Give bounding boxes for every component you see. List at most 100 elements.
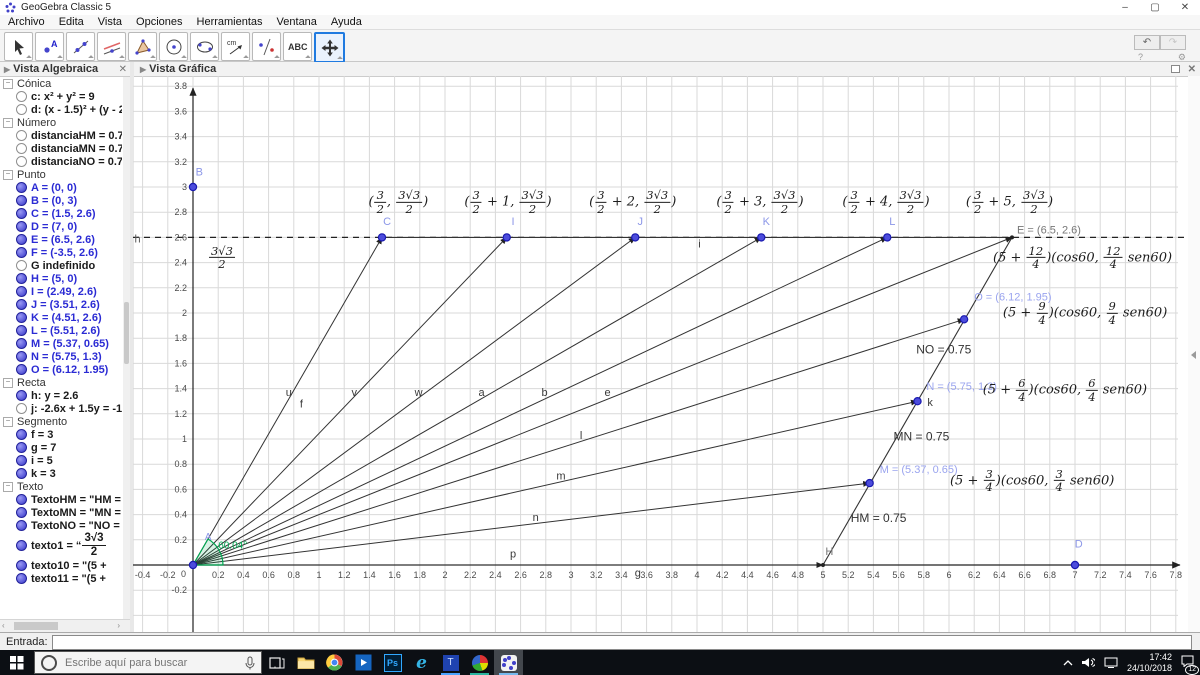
- graphics-close-icon[interactable]: ✕: [1188, 64, 1196, 75]
- visibility-marble[interactable]: [16, 208, 27, 219]
- command-input[interactable]: [51, 634, 1192, 650]
- notification-center-icon[interactable]: 12: [1181, 654, 1199, 675]
- graph-point-O[interactable]: [959, 315, 969, 324]
- movies-tv-icon[interactable]: [349, 650, 378, 675]
- algebra-object-row[interactable]: c: x² + y² = 9: [0, 90, 122, 103]
- taskbar-search-box[interactable]: [34, 651, 262, 674]
- algebra-object-row[interactable]: I = (2.49, 2.6): [0, 285, 122, 298]
- blue-app-icon[interactable]: T: [436, 650, 465, 675]
- algebra-object-row[interactable]: D = (7, 0): [0, 220, 122, 233]
- visibility-marble[interactable]: [16, 390, 27, 401]
- volume-icon[interactable]: [1081, 657, 1095, 668]
- internet-explorer-icon[interactable]: e: [407, 650, 436, 675]
- algebra-object-row[interactable]: K = (4.51, 2.6): [0, 311, 122, 324]
- algebra-vertical-scrollbar[interactable]: [123, 77, 130, 619]
- polygon-tool[interactable]: [128, 32, 157, 61]
- algebra-object-row[interactable]: distanciaHM = 0.75: [0, 129, 122, 142]
- menu-item-edita[interactable]: Edita: [59, 16, 84, 28]
- maximize-button[interactable]: ▢: [1140, 0, 1170, 15]
- algebra-category[interactable]: − Punto: [0, 168, 122, 181]
- algebra-object-row[interactable]: TextoMN = "MN = (: [0, 506, 122, 519]
- algebra-object-row[interactable]: j: -2.6x + 1.5y = -13: [0, 402, 122, 415]
- algebra-object-row[interactable]: i = 5: [0, 454, 122, 467]
- visibility-marble[interactable]: [16, 91, 27, 102]
- conic-tool[interactable]: [190, 32, 219, 61]
- graph-point-M[interactable]: [865, 478, 874, 488]
- visibility-marble[interactable]: [16, 560, 27, 571]
- visibility-marble[interactable]: [16, 338, 27, 349]
- graph-point-E[interactable]: [1010, 235, 1014, 240]
- algebra-category[interactable]: − Texto: [0, 480, 122, 493]
- geogebra-taskbar-icon[interactable]: [494, 650, 523, 675]
- algebra-object-row[interactable]: texto1 = “3√3 2: [0, 532, 122, 559]
- clock[interactable]: 17:42 24/10/2018: [1127, 652, 1172, 673]
- visibility-marble[interactable]: [16, 507, 27, 518]
- visibility-marble[interactable]: [16, 247, 27, 258]
- chrome-icon[interactable]: [320, 650, 349, 675]
- task-view-icon[interactable]: [262, 650, 291, 675]
- algebra-object-row[interactable]: k = 3: [0, 467, 122, 480]
- graph-point-L[interactable]: [883, 233, 892, 242]
- microphone-icon[interactable]: [245, 656, 255, 670]
- measure-tool[interactable]: cm: [221, 32, 250, 61]
- file-explorer-icon[interactable]: [291, 650, 320, 675]
- color-wheel-app-icon[interactable]: [465, 650, 494, 675]
- graph-point-H[interactable]: [821, 563, 825, 567]
- scroll-left-icon[interactable]: ‹: [2, 621, 5, 630]
- algebra-object-row[interactable]: h: y = 2.6: [0, 389, 122, 402]
- visibility-marble[interactable]: [16, 195, 27, 206]
- visibility-marble[interactable]: [16, 182, 27, 193]
- visibility-marble[interactable]: [16, 364, 27, 375]
- panel-collapse-icon[interactable]: ▶: [140, 65, 146, 74]
- menu-item-ayuda[interactable]: Ayuda: [331, 16, 362, 28]
- parallel-line-tool[interactable]: [97, 32, 126, 61]
- algebra-object-row[interactable]: G indefinido: [0, 259, 122, 272]
- text-tool[interactable]: ABC: [283, 32, 312, 61]
- visibility-marble[interactable]: [16, 130, 27, 141]
- scroll-right-icon[interactable]: ›: [117, 621, 120, 630]
- algebra-object-row[interactable]: N = (5.75, 1.3): [0, 350, 122, 363]
- graph-point-K[interactable]: [757, 233, 766, 242]
- move-tool[interactable]: [4, 32, 33, 61]
- visibility-marble[interactable]: [16, 312, 27, 323]
- algebra-object-row[interactable]: A = (0, 0): [0, 181, 122, 194]
- graph-point-J[interactable]: [631, 233, 640, 242]
- visibility-marble[interactable]: [16, 573, 27, 584]
- visibility-marble[interactable]: [16, 234, 27, 245]
- start-button[interactable]: [0, 650, 34, 675]
- algebra-object-list[interactable]: − Cónica c: x² + y² = 9 d: (x - 1.5)² + (y …: [0, 77, 122, 619]
- network-icon[interactable]: [1104, 657, 1118, 668]
- visibility-marble[interactable]: [16, 403, 27, 414]
- panel-collapse-icon[interactable]: ▶: [4, 65, 10, 74]
- visibility-marble[interactable]: [16, 494, 27, 505]
- taskbar-search-input[interactable]: [63, 655, 239, 670]
- visibility-marble[interactable]: [16, 520, 27, 531]
- algebra-category[interactable]: − Recta: [0, 376, 122, 389]
- algebra-object-row[interactable]: texto11 = "(5 +: [0, 572, 122, 585]
- algebra-object-row[interactable]: texto10 = "(5 +: [0, 559, 122, 572]
- visibility-marble[interactable]: [16, 286, 27, 297]
- menu-item-archivo[interactable]: Archivo: [8, 16, 45, 28]
- algebra-object-row[interactable]: O = (6.12, 1.95): [0, 363, 122, 376]
- line-tool[interactable]: [66, 32, 95, 61]
- algebra-object-row[interactable]: f = 3: [0, 428, 122, 441]
- algebra-close-icon[interactable]: ✕: [119, 64, 127, 75]
- algebra-object-row[interactable]: L = (5.51, 2.6): [0, 324, 122, 337]
- menu-item-herramientas[interactable]: Herramientas: [197, 16, 263, 28]
- visibility-marble[interactable]: [16, 455, 27, 466]
- algebra-object-row[interactable]: E = (6.5, 2.6): [0, 233, 122, 246]
- visibility-marble[interactable]: [16, 351, 27, 362]
- move-graphics-view-tool[interactable]: [314, 32, 345, 63]
- graph-point-A[interactable]: [188, 560, 198, 570]
- menu-item-ventana[interactable]: Ventana: [277, 16, 317, 28]
- algebra-category[interactable]: − Segmento: [0, 415, 122, 428]
- graph-point-B[interactable]: [188, 182, 198, 192]
- algebra-object-row[interactable]: B = (0, 3): [0, 194, 122, 207]
- visibility-marble[interactable]: [16, 273, 27, 284]
- algebra-object-row[interactable]: distanciaMN = 0.75: [0, 142, 122, 155]
- algebra-object-row[interactable]: H = (5, 0): [0, 272, 122, 285]
- algebra-category[interactable]: − Número: [0, 116, 122, 129]
- collapse-right-icon[interactable]: [1191, 351, 1196, 359]
- graph-point-C[interactable]: [377, 233, 387, 242]
- algebra-object-row[interactable]: distanciaNO = 0.75: [0, 155, 122, 168]
